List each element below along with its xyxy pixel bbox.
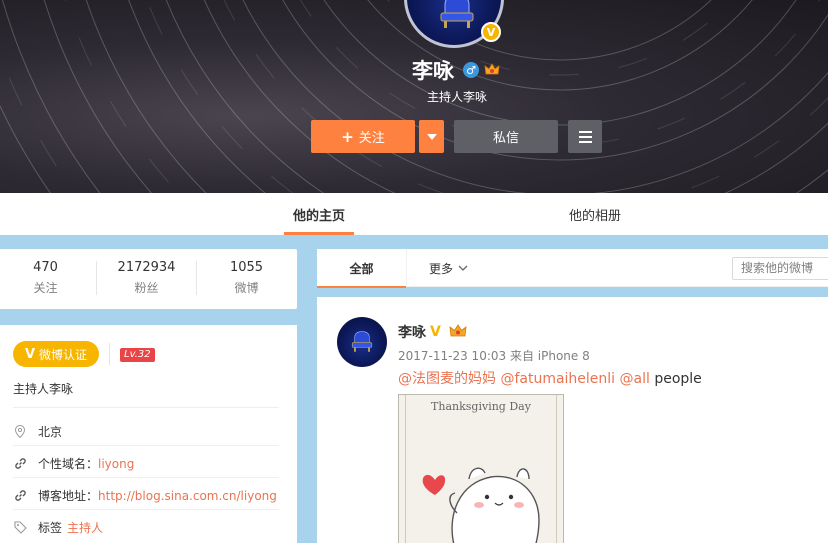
info-blog-row: 博客地址： http://blog.sina.com.cn/liyong: [13, 487, 277, 504]
verified-v-icon: V: [24, 346, 36, 362]
male-gender-icon: ♂: [463, 62, 479, 78]
caret-down-icon: [426, 133, 437, 140]
divider: [406, 249, 407, 287]
post-text: @法图麦的妈妈 @fatumaihelenli @all people: [398, 368, 702, 388]
mention-link[interactable]: @法图麦的妈妈: [398, 371, 496, 387]
domain-label: 个性域名：: [38, 457, 99, 471]
feed-tab-all[interactable]: 全部: [317, 249, 406, 288]
profile-subtitle: 主持人李咏: [427, 90, 488, 104]
stat-following[interactable]: 470 关注: [0, 260, 95, 296]
post-card: 李咏 V 2017-11-23 10:03 来自 iPhone 8 @法图麦的妈…: [317, 297, 828, 543]
divider: [13, 445, 279, 446]
follow-dropdown-button[interactable]: [419, 120, 444, 153]
throne-icon: [440, 0, 474, 28]
divider: [13, 407, 279, 408]
stats-card: 470 关注 2172934 粉丝 1055 微博: [0, 249, 297, 309]
stat-value: 1055: [229, 260, 264, 275]
tab-album[interactable]: 他的相册: [560, 193, 630, 235]
tag-icon: [13, 521, 27, 535]
post-author-name[interactable]: 李咏: [398, 322, 426, 342]
tags-label: 标签: [38, 521, 63, 535]
stat-value: 470: [33, 260, 58, 275]
location-pin-icon: [13, 425, 27, 439]
profile-name: 李咏: [412, 59, 454, 83]
post-author-avatar[interactable]: [337, 317, 387, 367]
mention-link[interactable]: @fatumaihelenli: [500, 371, 615, 387]
stat-posts[interactable]: 1055 微博: [197, 260, 296, 296]
post-timestamp-source[interactable]: 2017-11-23 10:03 来自 iPhone 8: [398, 347, 590, 364]
search-posts-input[interactable]: 搜索他的微博: [732, 257, 828, 280]
verified-description: 主持人李咏: [13, 382, 74, 396]
verified-label: 微博认证: [39, 347, 88, 362]
stat-label: 粉丝: [134, 281, 159, 295]
throne-icon: [351, 331, 373, 352]
location-text: 北京: [38, 425, 63, 439]
follow-button[interactable]: + 关注: [311, 120, 415, 153]
verified-v-icon: V: [430, 324, 441, 340]
blog-label: 博客地址：: [38, 489, 99, 503]
stat-label: 关注: [33, 281, 58, 295]
stat-followers[interactable]: 2172934 粉丝: [97, 260, 196, 296]
blog-link[interactable]: http://blog.sina.com.cn/liyong: [98, 489, 277, 503]
plus-icon: +: [341, 127, 354, 146]
chevron-down-icon: [458, 265, 468, 271]
profile-tab-bar: 他的主页 他的相册: [0, 193, 828, 235]
feed-tab-more-label: 更多: [429, 261, 454, 276]
divider: [109, 343, 110, 365]
follow-button-label: 关注: [358, 131, 385, 146]
stat-value: 2172934: [117, 260, 176, 275]
cartoon-bear-illustration: [422, 467, 540, 543]
link-icon: [13, 489, 27, 503]
info-domain-row: 个性域名： liyong: [13, 455, 134, 472]
profile-banner: V 李咏 ♂ 主持人李咏 + 关注 私信: [0, 0, 828, 193]
message-button[interactable]: 私信: [454, 120, 558, 153]
menu-line: [578, 140, 592, 143]
feed-filter-bar: 全部 更多 搜索他的微博: [317, 249, 828, 288]
stat-label: 微博: [234, 281, 259, 295]
profile-info-card: V 微博认证 Lv.32 主持人李咏 北京 个性域名： liyong 博客地址：…: [0, 325, 297, 543]
more-menu-button[interactable]: [568, 120, 602, 153]
verified-badge-icon: V: [481, 22, 501, 42]
menu-line: [578, 130, 592, 133]
mention-link[interactable]: @all: [620, 371, 650, 387]
crown-member-icon[interactable]: [484, 62, 500, 78]
divider: [13, 509, 279, 510]
info-tags-row: 标签 主持人: [13, 519, 103, 536]
tag-link[interactable]: 主持人: [67, 519, 103, 536]
divider: [13, 477, 279, 478]
info-location-row: 北京: [13, 423, 62, 440]
post-image[interactable]: Thanksgiving Day: [398, 394, 564, 543]
feed-tab-more[interactable]: 更多: [429, 249, 468, 287]
tab-home[interactable]: 他的主页: [284, 193, 354, 235]
level-badge[interactable]: Lv.32: [120, 348, 155, 362]
domain-link[interactable]: liyong: [98, 457, 134, 471]
crown-member-icon[interactable]: [449, 323, 467, 339]
weibo-verified-button[interactable]: V 微博认证: [13, 341, 99, 367]
link-icon: [13, 457, 27, 471]
post-text-tail: people: [654, 371, 702, 387]
menu-line: [578, 135, 592, 138]
